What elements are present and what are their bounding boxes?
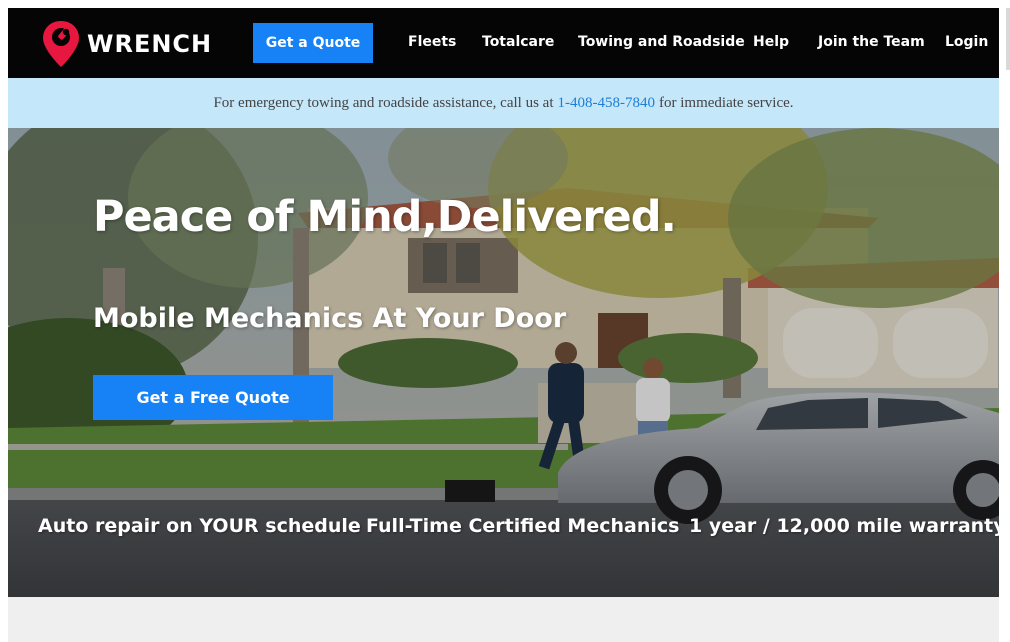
nav-link-totalcare[interactable]: Totalcare: [482, 34, 554, 50]
feature-auto-repair: Auto repair on YOUR schedule: [38, 515, 361, 537]
banner-text-before: For emergency towing and roadside assist…: [213, 94, 554, 111]
logo[interactable]: WRENCH: [41, 20, 212, 68]
nav-link-fleets[interactable]: Fleets: [408, 34, 456, 50]
hero-title: Peace of Mind,Delivered.: [93, 192, 677, 242]
emergency-banner: For emergency towing and roadside assist…: [8, 78, 999, 128]
hero-subtitle: Mobile Mechanics At Your Door: [93, 303, 567, 334]
nav-link-towing-and-roadside[interactable]: Towing and Roadside: [578, 34, 745, 50]
nav-link-join-the-team[interactable]: Join the Team: [818, 34, 925, 50]
page-frame: WRENCH Get a Quote Fleets Totalcare Towi…: [8, 8, 999, 642]
get-free-quote-button[interactable]: Get a Free Quote: [93, 375, 333, 420]
wrench-logo-icon: [43, 21, 79, 67]
scrollbar[interactable]: [1006, 8, 1010, 70]
nav-link-login[interactable]: Login: [945, 34, 988, 50]
feature-certified-mechanics: Full-Time Certified Mechanics: [366, 515, 680, 537]
feature-warranty: 1 year / 12,000 mile warranty: [689, 515, 999, 537]
hero-section: Peace of Mind,Delivered. Mobile Mechanic…: [8, 128, 999, 597]
banner-text-after: for immediate service.: [659, 94, 794, 111]
logo-text: WRENCH: [87, 30, 213, 58]
banner-phone-link[interactable]: 1-408-458-7840: [558, 95, 656, 112]
get-a-quote-button[interactable]: Get a Quote: [253, 23, 373, 63]
nav-link-help[interactable]: Help: [753, 34, 789, 50]
top-nav: WRENCH Get a Quote Fleets Totalcare Towi…: [8, 8, 999, 78]
